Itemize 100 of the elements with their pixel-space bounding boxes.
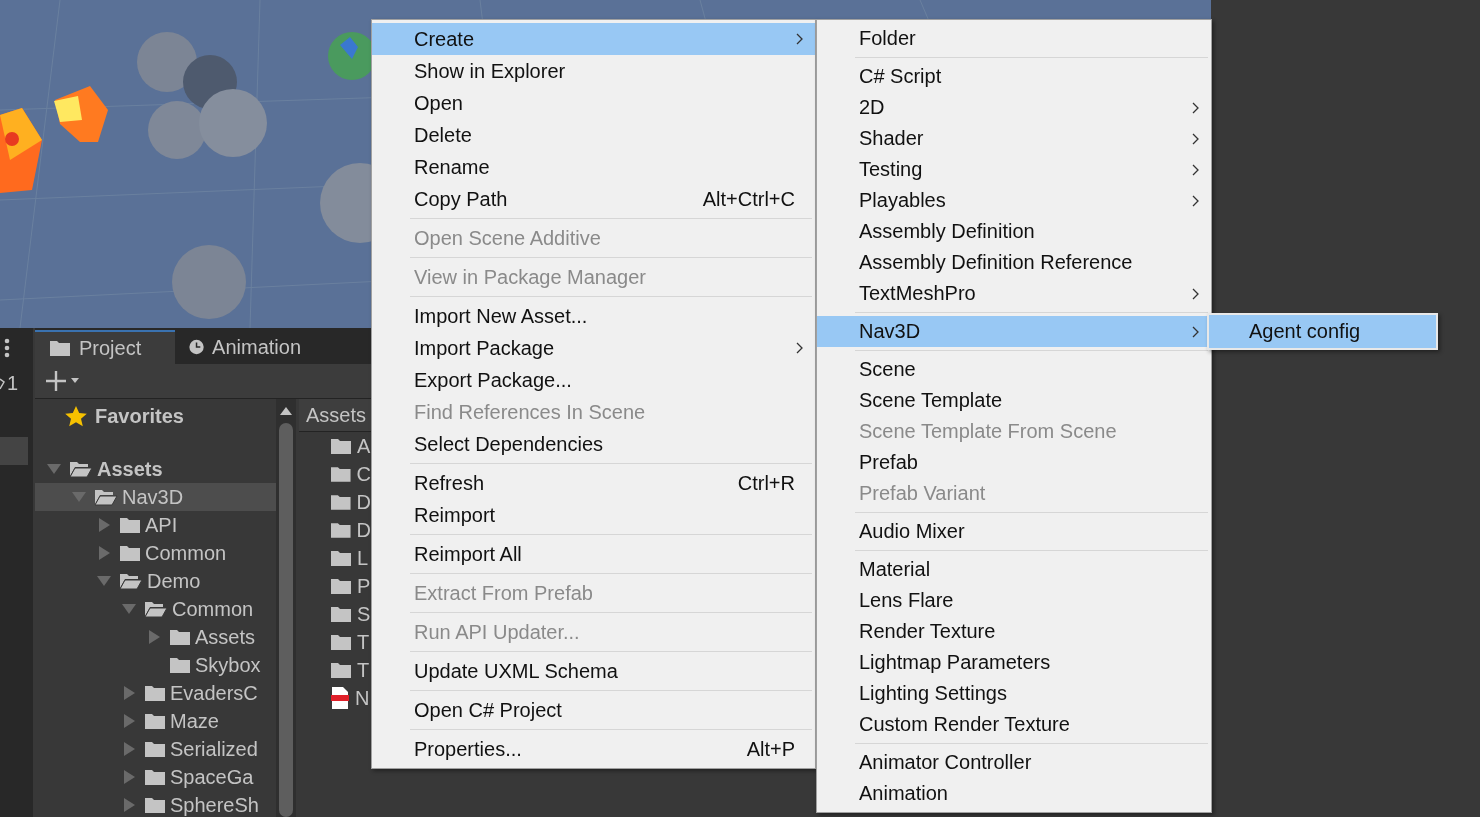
file-label[interactable]: D bbox=[356, 490, 371, 514]
tree-item[interactable]: Skybox bbox=[35, 651, 276, 679]
menu-item[interactable]: Lightmap Parameters bbox=[817, 647, 1211, 678]
tree-item[interactable]: Assets bbox=[35, 623, 276, 651]
menu-item[interactable]: Copy Path Alt+Ctrl+C bbox=[372, 183, 815, 215]
tree-item[interactable]: EvadersC bbox=[35, 679, 276, 707]
menu-item[interactable]: TextMeshPro bbox=[817, 278, 1211, 309]
star-icon bbox=[65, 405, 87, 427]
menu-item[interactable]: Import New Asset... bbox=[372, 300, 815, 332]
menu-item[interactable]: Testing bbox=[817, 154, 1211, 185]
menu-item[interactable]: Import Package bbox=[372, 332, 815, 364]
folder-label: SphereSh bbox=[170, 793, 259, 817]
menu-item[interactable]: Open C# Project bbox=[372, 694, 815, 726]
menu-item[interactable]: Assembly Definition Reference bbox=[817, 247, 1211, 278]
folder-label: Common bbox=[145, 541, 227, 565]
folder-icon bbox=[169, 656, 191, 674]
folder-label: Demo bbox=[147, 569, 201, 593]
file-label[interactable]: L bbox=[357, 546, 369, 570]
menu-item[interactable]: Lighting Settings bbox=[817, 678, 1211, 709]
menu-item[interactable]: Lens Flare bbox=[817, 585, 1211, 616]
tab[interactable]: Animation bbox=[175, 330, 315, 364]
folder-icon bbox=[144, 712, 166, 730]
folder-icon bbox=[144, 740, 166, 758]
collapsed-arrow-icon[interactable] bbox=[122, 798, 136, 812]
menu-item[interactable]: Delete bbox=[372, 119, 815, 151]
favorites-label[interactable]: Favorites bbox=[95, 404, 184, 428]
menu-item[interactable]: Assembly Definition bbox=[817, 216, 1211, 247]
menu-item[interactable]: Agent config bbox=[1209, 315, 1436, 348]
tree-item[interactable]: Common bbox=[35, 595, 276, 623]
tree-item[interactable]: API bbox=[35, 511, 276, 539]
menu-item[interactable]: Folder bbox=[817, 23, 1211, 54]
file-label[interactable]: C bbox=[356, 462, 371, 486]
menu-item[interactable]: Reimport All bbox=[372, 538, 815, 570]
menu-item[interactable]: Animation bbox=[817, 778, 1211, 809]
menu-item[interactable]: Audio Mixer bbox=[817, 516, 1211, 547]
menu-item[interactable]: Open bbox=[372, 87, 815, 119]
file-label[interactable]: T bbox=[357, 630, 370, 654]
menu-item[interactable]: Reimport bbox=[372, 499, 815, 531]
row-highlight bbox=[0, 437, 28, 465]
collapsed-arrow-icon[interactable] bbox=[122, 742, 136, 756]
expanded-arrow-icon[interactable] bbox=[122, 603, 136, 615]
tree-item[interactable]: SphereSh bbox=[35, 791, 276, 817]
menu-item[interactable]: Create bbox=[372, 23, 815, 55]
file-label[interactable]: A bbox=[357, 434, 371, 458]
menu-item[interactable]: Rename bbox=[372, 151, 815, 183]
collapsed-arrow-icon[interactable] bbox=[97, 518, 111, 532]
expanded-arrow-icon[interactable] bbox=[97, 575, 111, 587]
menu-item[interactable]: Shader bbox=[817, 123, 1211, 154]
file-label[interactable]: D bbox=[356, 518, 371, 542]
scrollbar[interactable] bbox=[276, 399, 296, 817]
tree-item[interactable]: Assets bbox=[35, 455, 276, 483]
add-button[interactable] bbox=[45, 370, 79, 392]
tab[interactable]: Project bbox=[35, 330, 175, 364]
menu-item[interactable]: Animator Controller bbox=[817, 747, 1211, 778]
folder-label: Maze bbox=[170, 709, 219, 733]
collapsed-arrow-icon[interactable] bbox=[122, 770, 136, 784]
collapsed-arrow-icon[interactable] bbox=[122, 686, 136, 700]
tree-item[interactable]: Demo bbox=[35, 567, 276, 595]
file-label[interactable]: N bbox=[355, 686, 370, 710]
menu-item[interactable]: Export Package... bbox=[372, 364, 815, 396]
file-label[interactable]: P bbox=[357, 574, 371, 598]
menu-item[interactable]: Scene bbox=[817, 354, 1211, 385]
menu-item[interactable]: 2D bbox=[817, 92, 1211, 123]
menu-item[interactable]: Playables bbox=[817, 185, 1211, 216]
folder-label: Common bbox=[172, 597, 254, 621]
expanded-arrow-icon[interactable] bbox=[72, 491, 86, 503]
tree-item[interactable]: Serialized bbox=[35, 735, 276, 763]
menu-item[interactable]: Properties... Alt+P bbox=[372, 733, 815, 765]
menu-item[interactable]: Material bbox=[817, 554, 1211, 585]
file-label[interactable]: S bbox=[357, 602, 371, 626]
folder-label: EvadersC bbox=[170, 681, 258, 705]
menu-item[interactable]: Show in Explorer bbox=[372, 55, 815, 87]
open-folder-icon bbox=[69, 460, 93, 478]
menu-item[interactable]: Select Dependencies bbox=[372, 428, 815, 460]
folder-label: Skybox bbox=[195, 653, 261, 677]
folder-label: SpaceGa bbox=[170, 765, 254, 789]
expanded-arrow-icon[interactable] bbox=[47, 463, 61, 475]
file-label[interactable]: T bbox=[357, 658, 370, 682]
scroll-up-icon[interactable] bbox=[280, 407, 292, 415]
more-icon[interactable] bbox=[4, 338, 10, 358]
menu-item[interactable]: Prefab bbox=[817, 447, 1211, 478]
folder-icon bbox=[144, 796, 166, 814]
menu-item[interactable]: C# Script bbox=[817, 61, 1211, 92]
menu-item[interactable]: Scene Template bbox=[817, 385, 1211, 416]
tree-item[interactable]: SpaceGa bbox=[35, 763, 276, 791]
menu-item[interactable]: Custom Render Texture bbox=[817, 709, 1211, 740]
toggle-icon[interactable] bbox=[0, 376, 5, 391]
tree-item[interactable]: Common bbox=[35, 539, 276, 567]
menu-item[interactable]: Update UXML Schema bbox=[372, 655, 815, 687]
tree-item[interactable]: Nav3D bbox=[35, 483, 276, 511]
menu-item[interactable]: Refresh Ctrl+R bbox=[372, 467, 815, 499]
scroll-thumb[interactable] bbox=[279, 423, 293, 817]
shortcut-label: Ctrl+R bbox=[737, 471, 795, 495]
open-folder-icon bbox=[94, 488, 118, 506]
folder-icon bbox=[144, 684, 166, 702]
collapsed-arrow-icon[interactable] bbox=[97, 546, 111, 560]
collapsed-arrow-icon[interactable] bbox=[147, 630, 161, 644]
menu-item[interactable]: Render Texture bbox=[817, 616, 1211, 647]
tree-item[interactable]: Maze bbox=[35, 707, 276, 735]
collapsed-arrow-icon[interactable] bbox=[122, 714, 136, 728]
